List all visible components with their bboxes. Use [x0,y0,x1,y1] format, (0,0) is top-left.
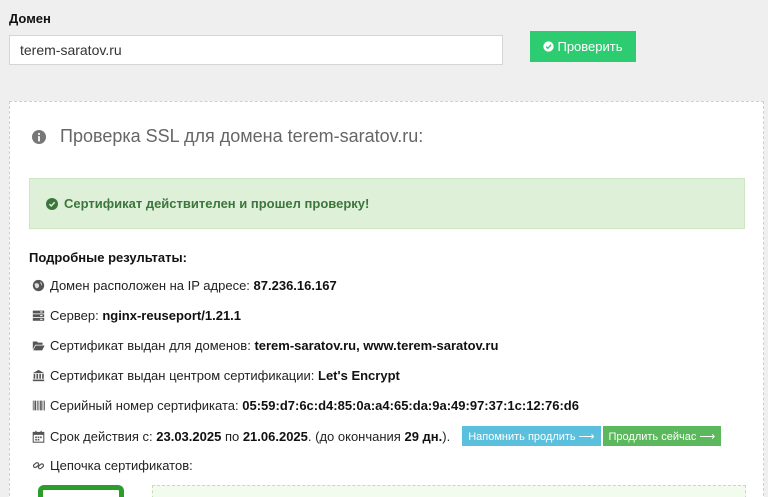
globe-icon [31,279,45,293]
validity-to: 21.06.2025 [242,428,308,444]
ip-row: Домен расположен на IP адресе: 87.236.16… [31,278,337,293]
remind-renew-button[interactable]: Напомнить продлить ⟶ [462,426,601,446]
issuer-value: Let's Encrypt [318,368,400,383]
domains-value: terem-saratov.ru, www.terem-saratov.ru [254,338,499,353]
chain-label: Цепочка сертификатов: [50,458,193,473]
validity-remaining-suffix: ). [442,428,451,444]
ssl-title-text: Проверка SSL для домена terem-saratov.ru… [60,126,424,146]
calendar-icon [31,429,45,443]
issuer-row: Сертификат выдан центром сертификации: L… [31,368,400,383]
ssl-check-title: Проверка SSL для домена terem-saratov.ru… [32,126,423,147]
check-circle-icon [543,41,555,52]
serial-row: Серийный номер сертификата: 05:59:d7:6c:… [31,398,579,413]
ip-label: Домен расположен на IP адресе: [50,278,250,293]
issuer-label: Сертификат выдан центром сертификации: [50,368,315,383]
validity-remaining: 29 дн. [404,428,443,444]
alert-text: Сертификат действителен и прошел проверк… [64,196,370,211]
server-icon [31,309,45,323]
check-button-label: Проверить [557,39,623,54]
folder-open-icon [31,339,45,353]
serial-label: Серийный номер сертификата: [50,398,239,413]
certificate-chain-icon [38,485,124,497]
check-button[interactable]: Проверить [530,31,636,62]
details-heading: Подробные результаты: [29,250,187,265]
domain-label: Домен [9,11,51,26]
server-row: Сервер: nginx-reuseport/1.21.1 [31,308,241,323]
validity-remaining-prefix: . (до окончания [307,428,405,444]
certificate-chain-card [152,485,746,497]
server-label: Сервер: [50,308,99,323]
serial-value: 05:59:d7:6c:d4:85:0a:a4:65:da:9a:49:97:3… [242,398,579,413]
domain-input[interactable] [9,35,503,65]
success-alert: Сертификат действителен и прошел проверк… [29,178,745,229]
validity-to-word: по [221,428,243,444]
chain-row: Цепочка сертификатов: [31,458,193,473]
barcode-icon [31,399,45,413]
validity-from: 23.03.2025 [156,428,222,444]
domains-label: Сертификат выдан для доменов: [50,338,251,353]
link-icon [31,459,45,473]
validity-row: Срок действия с: 23.03.2025 по 21.06.202… [31,426,722,446]
validity-label: Срок действия с: [50,428,153,444]
info-circle-icon [32,129,46,144]
domains-row: Сертификат выдан для доменов: terem-sara… [31,338,498,353]
result-panel: Проверка SSL для домена terem-saratov.ru… [9,101,764,497]
renew-now-button[interactable]: Продлить сейчас ⟶ [602,426,722,446]
bank-icon [31,369,45,383]
check-circle-icon [46,197,58,210]
ip-value: 87.236.16.167 [253,278,337,293]
server-value: nginx-reuseport/1.21.1 [102,308,242,323]
